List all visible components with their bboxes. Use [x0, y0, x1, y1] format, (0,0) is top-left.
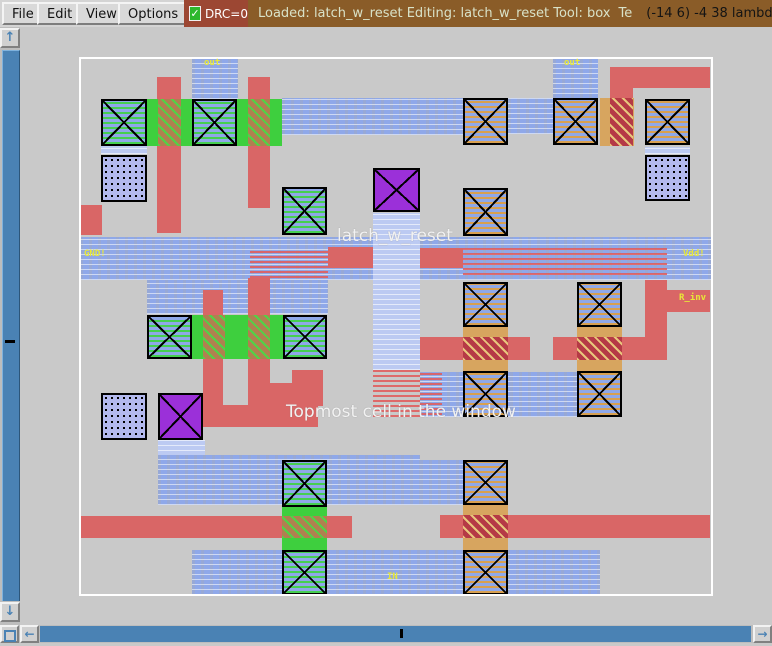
box-coordinates: (-14 6) -4 38 lambda [646, 6, 772, 21]
port-label: Vdd! [683, 249, 705, 259]
drc-label: DRC=0 [204, 6, 248, 21]
status-text: Loaded: latch_w_reset Editing: latch_w_r… [258, 6, 611, 21]
magic-vlsi-window: { "menu": { "items": ["File", "Edit", "V… [0, 0, 772, 643]
up-arrow-icon: ↑ [4, 30, 16, 45]
horizontal-scroll-thumb[interactable] [40, 626, 751, 642]
left-arrow-icon: ← [24, 627, 35, 641]
horizontal-scrollbar[interactable]: ← → [0, 625, 772, 643]
port-label: IN [387, 572, 398, 582]
scroll-right-button[interactable]: → [753, 625, 772, 643]
drc-checkbox[interactable]: ✓ [189, 6, 201, 21]
view-position-mark [5, 340, 15, 343]
vertical-scroll-thumb[interactable] [2, 50, 20, 601]
port-label: out [564, 58, 581, 68]
port-label: R_inv [679, 293, 707, 303]
tech-text-truncated: Te [618, 6, 633, 21]
cell-name-label: Topmost cell in the window [286, 402, 516, 422]
cell-name-label: latch_w_reset [337, 226, 453, 246]
right-arrow-icon: → [757, 627, 768, 641]
cell-boundary [79, 57, 713, 596]
scroll-up-button[interactable]: ↑ [0, 28, 20, 48]
down-arrow-icon: ↓ [4, 604, 16, 619]
vertical-scrollbar[interactable]: ↑ ↓ [0, 27, 20, 625]
port-label: GND! [84, 249, 106, 259]
scroll-down-button[interactable]: ↓ [0, 602, 20, 622]
menu-button-options[interactable]: Options [118, 2, 189, 25]
zoom-box-button[interactable] [0, 625, 19, 643]
title-bar: Loaded: latch_w_reset Editing: latch_w_r… [248, 0, 772, 27]
view-position-mark [400, 629, 403, 638]
port-label: out [204, 58, 221, 68]
drc-indicator: ✓ DRC=0 [184, 0, 248, 27]
zoom-box-icon [3, 630, 16, 642]
menu-bar: File Edit View Options ✓ DRC=0 Loaded: l… [0, 0, 772, 27]
layout-canvas[interactable]: out out GND! Vdd! R_inv IN latch_w_reset Topmos… [0, 0, 772, 643]
scroll-left-button[interactable]: ← [20, 625, 39, 643]
